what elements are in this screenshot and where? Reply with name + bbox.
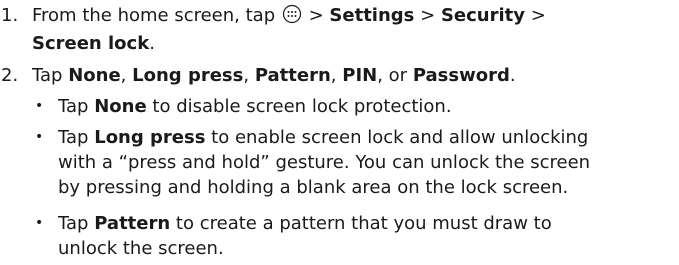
option-pin: PIN bbox=[342, 65, 378, 86]
bullet-dot: • bbox=[35, 98, 44, 114]
bullet-dot: • bbox=[35, 215, 44, 231]
comma: , bbox=[243, 65, 250, 86]
bullet-rest: to disable screen lock protection. bbox=[152, 96, 452, 117]
option-none: None bbox=[68, 65, 121, 86]
bullet-dot: • bbox=[35, 129, 44, 145]
separator: > bbox=[308, 5, 324, 26]
bullet-rest: to enable screen lock and allow unlockin… bbox=[211, 127, 589, 148]
separator: > bbox=[530, 5, 546, 26]
step-1-intro: From the home screen, tap bbox=[32, 5, 276, 26]
step-2-intro: Tap bbox=[32, 65, 63, 86]
period: . bbox=[509, 65, 516, 86]
apps-icon bbox=[282, 4, 302, 31]
bullet-option: Long press bbox=[94, 127, 206, 148]
screen-lock-label: Screen lock bbox=[32, 33, 150, 54]
bullet-text: Tap Long press to enable screen lock and… bbox=[58, 125, 673, 200]
step-1-number: 1. bbox=[1, 5, 19, 26]
comma: , bbox=[330, 65, 337, 86]
comma: , bbox=[120, 65, 127, 86]
instructions-document: 1. From the home screen, tap > Settings … bbox=[0, 0, 679, 265]
step-2-text: Tap None, Long press, Pattern, PIN, or P… bbox=[32, 63, 672, 88]
comma-or: , or bbox=[377, 65, 408, 86]
bullet-text: Tap None to disable screen lock protecti… bbox=[58, 94, 673, 119]
tap-text: Tap bbox=[58, 213, 89, 234]
bullet-rest: with a “press and hold” gesture. You can… bbox=[58, 152, 591, 173]
period: . bbox=[149, 33, 155, 54]
tap-text: Tap bbox=[58, 96, 89, 117]
security-label: Security bbox=[440, 5, 525, 26]
bullet-option: None bbox=[94, 96, 147, 117]
step-2-number: 2. bbox=[1, 65, 19, 86]
option-password: Password bbox=[412, 65, 510, 86]
settings-label: Settings bbox=[329, 5, 415, 26]
step-1-text: From the home screen, tap > Settings > S… bbox=[32, 3, 672, 56]
bullet-rest: to create a pattern that you must draw t… bbox=[175, 213, 552, 234]
bullet-rest: unlock the screen. bbox=[58, 238, 224, 259]
tap-text: Tap bbox=[58, 127, 89, 148]
bullet-rest: by pressing and holding a blank area on … bbox=[58, 177, 569, 198]
separator: > bbox=[420, 5, 436, 26]
option-pattern: Pattern bbox=[254, 65, 331, 86]
option-long-press: Long press bbox=[132, 65, 244, 86]
bullet-text: Tap Pattern to create a pattern that you… bbox=[58, 211, 673, 261]
bullet-option: Pattern bbox=[94, 213, 171, 234]
